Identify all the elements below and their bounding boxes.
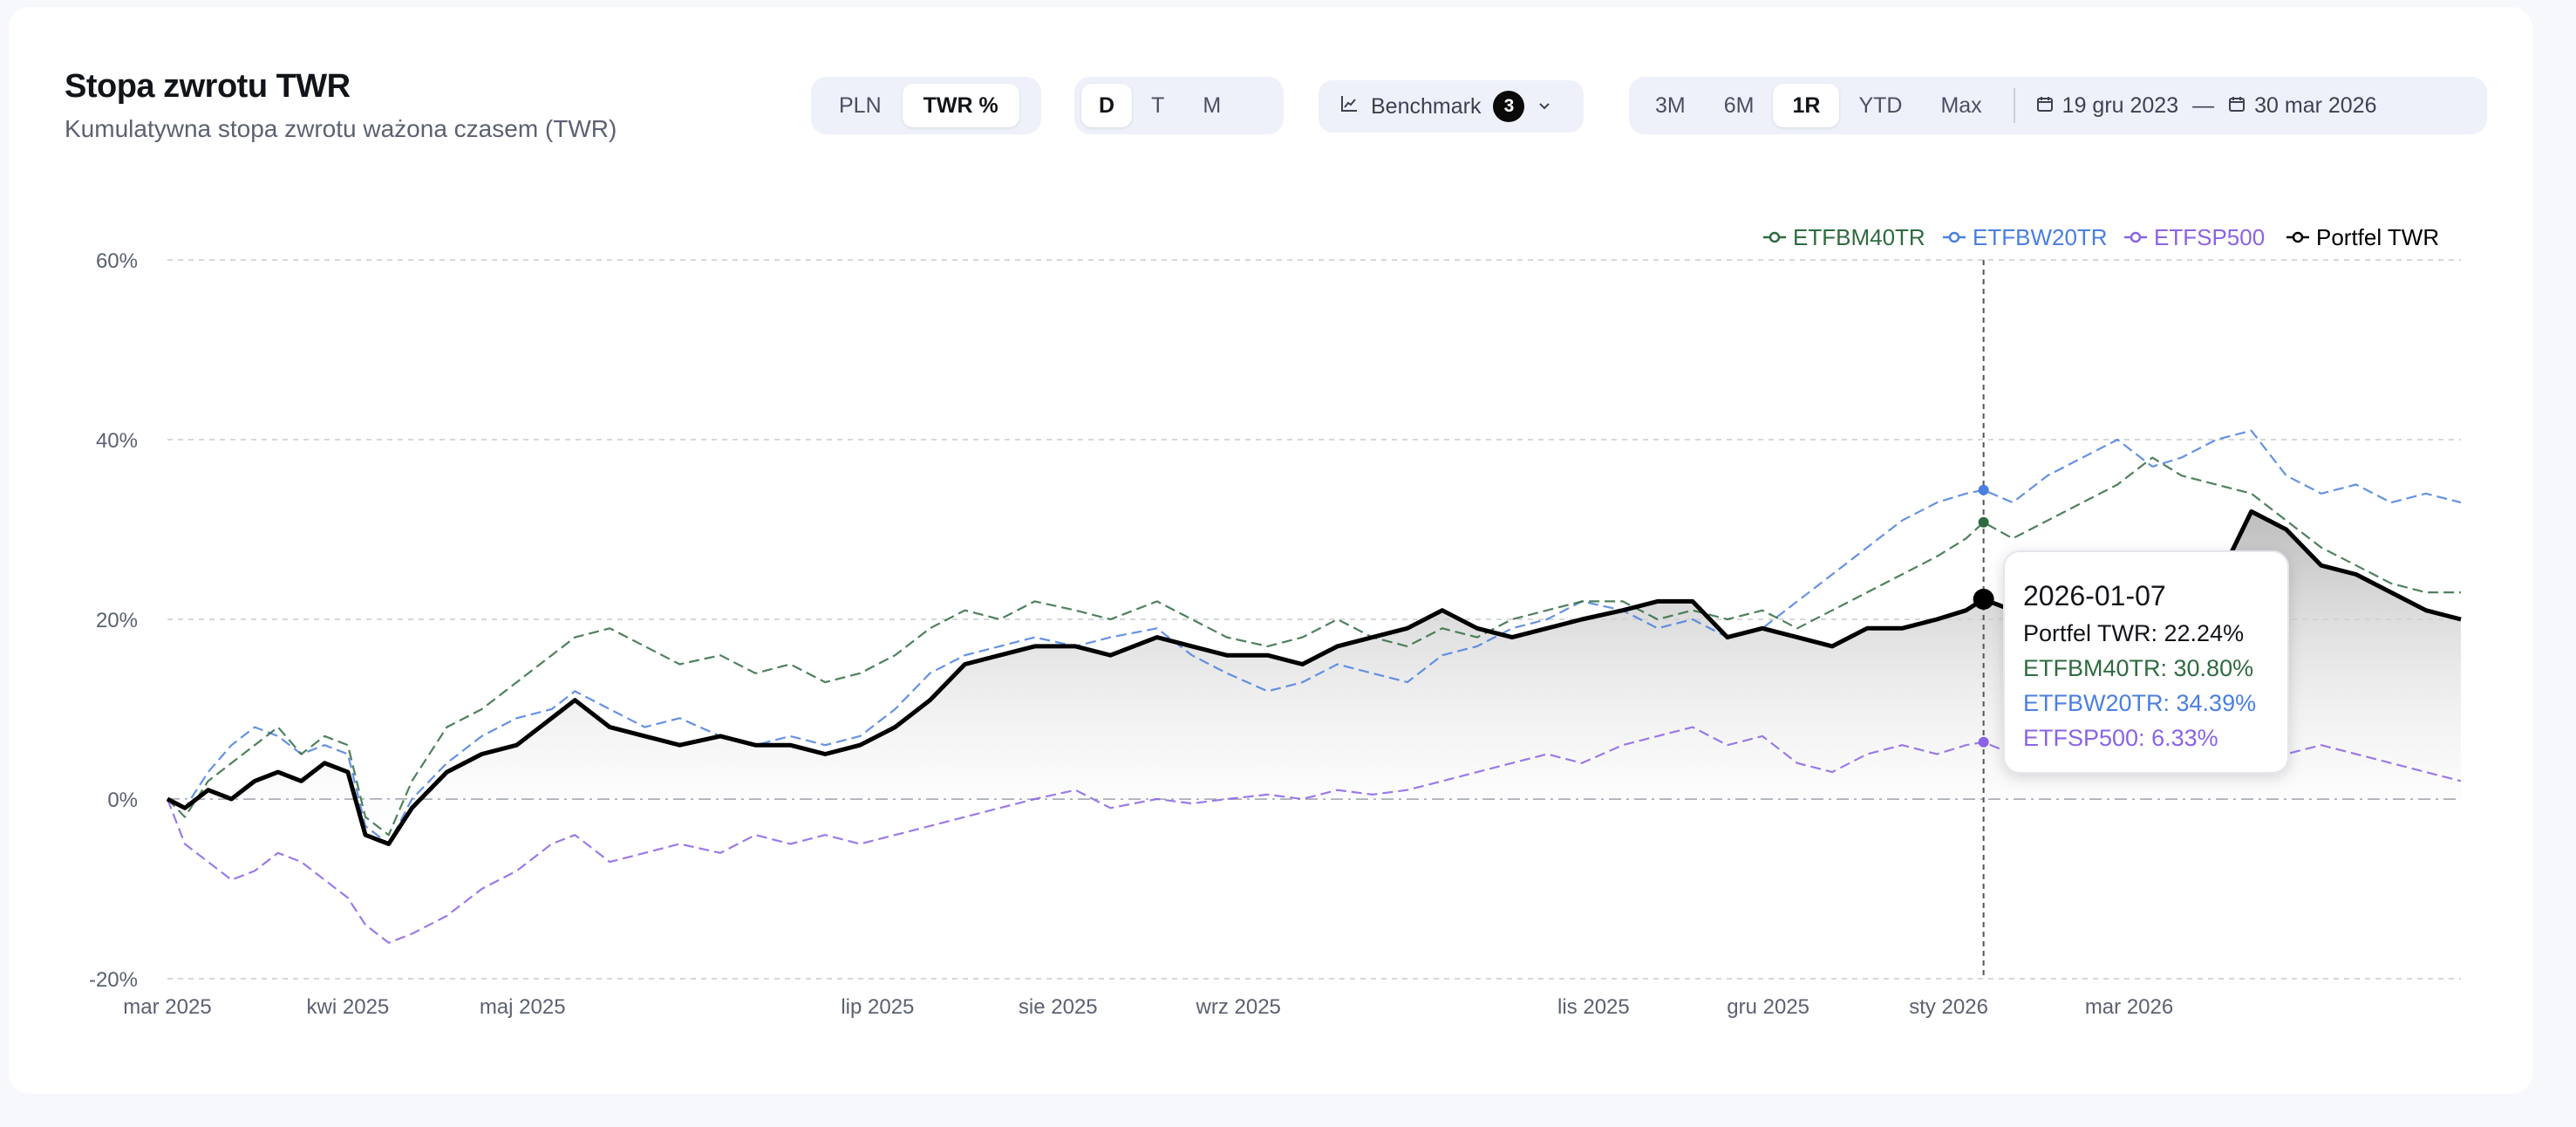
legend-label: ETFSP500 xyxy=(2154,224,2265,250)
legend-item-portfel-twr[interactable]: Portfel TWR xyxy=(2286,224,2439,250)
legend-item-etfsp500[interactable]: ETFSP500 xyxy=(2124,224,2265,250)
hover-point-portfel-twr xyxy=(1973,588,1994,610)
tooltip-line: ETFSP500: 6.33% xyxy=(2023,725,2218,751)
hover-point-etfsp500 xyxy=(1978,736,1989,748)
x-tick-label: mar 2025 xyxy=(123,995,211,1019)
legend-label: ETFBM40TR xyxy=(1793,224,1925,250)
legend-item-etfbw20tr[interactable]: ETFBW20TR xyxy=(1943,224,2108,250)
legend-swatch-marker xyxy=(2292,231,2304,243)
x-tick-label: sie 2025 xyxy=(1019,995,1098,1019)
x-tick-label: lis 2025 xyxy=(1557,995,1630,1019)
x-tick-label: maj 2025 xyxy=(480,995,566,1019)
y-tick-label: -20% xyxy=(89,968,138,992)
tooltip-date: 2026-01-07 xyxy=(2023,580,2166,611)
hover-tooltip: 2026-01-07 Portfel TWR: 22.24% ETFBM40TR: … xyxy=(2003,550,2289,774)
hover-point-etfbw20tr xyxy=(1978,484,1989,495)
x-tick-label: kwi 2025 xyxy=(307,995,390,1019)
x-tick-label: gru 2025 xyxy=(1727,995,1809,1019)
legend-item-etfbm40tr[interactable]: ETFBM40TR xyxy=(1763,224,1925,250)
tooltip-line: Portfel TWR: 22.24% xyxy=(2023,620,2244,646)
hover-point-etfbm40tr xyxy=(1978,516,1989,528)
tooltip-line: ETFBM40TR: 30.80% xyxy=(2023,655,2253,681)
x-tick-label: mar 2026 xyxy=(2085,995,2173,1019)
legend-swatch-marker xyxy=(1768,231,1781,243)
legend-label: Portfel TWR xyxy=(2316,224,2439,250)
legend-swatch-marker xyxy=(2130,231,2142,243)
y-tick-label: 40% xyxy=(96,429,138,453)
y-tick-label: 0% xyxy=(107,789,138,812)
y-tick-label: 20% xyxy=(96,609,138,632)
legend-swatch-marker xyxy=(1948,231,1960,243)
x-tick-label: sty 2026 xyxy=(1909,995,1988,1019)
legend-label: ETFBW20TR xyxy=(1973,224,2108,250)
tooltip-line: ETFBW20TR: 34.39% xyxy=(2023,690,2256,716)
x-tick-label: wrz 2025 xyxy=(1196,995,1281,1019)
twr-line-chart[interactable]: -20% 0% 20% 40% 60% mar 2025 kwi 2025 maj 2025 l… xyxy=(0,0,2576,1127)
y-tick-label: 60% xyxy=(96,249,138,273)
x-tick-label: lip 2025 xyxy=(841,995,914,1019)
